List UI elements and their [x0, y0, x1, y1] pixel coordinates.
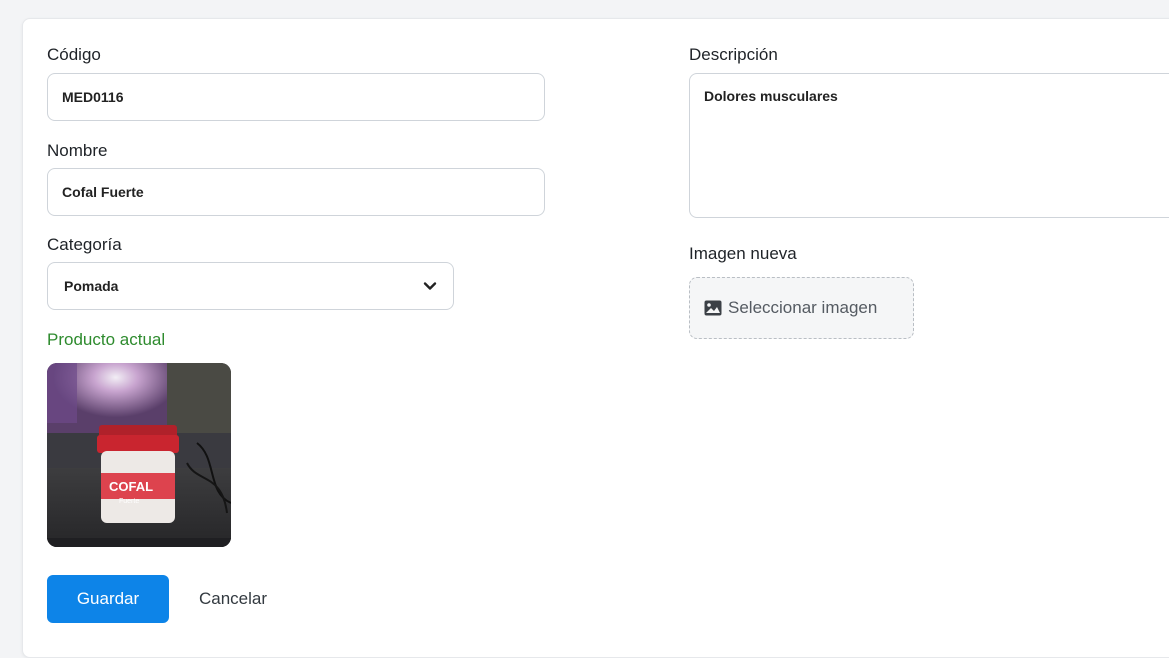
new-image-label: Imagen nueva: [689, 244, 797, 263]
select-image-button[interactable]: Seleccionar imagen: [689, 277, 914, 339]
name-label: Nombre: [47, 141, 108, 160]
edit-product-card: Código MED0116 Nombre Cofal Fuerte Categ…: [22, 18, 1169, 658]
code-label: Código: [47, 45, 101, 64]
current-product-image: COFAL Fuerte: [47, 363, 231, 547]
select-image-label: Seleccionar imagen: [728, 298, 878, 317]
category-select[interactable]: Pomada: [47, 262, 454, 310]
name-input[interactable]: Cofal Fuerte: [47, 168, 545, 216]
category-selected-value: Pomada: [64, 278, 119, 294]
svg-text:COFAL: COFAL: [109, 479, 153, 494]
chevron-down-icon: [423, 282, 437, 290]
svg-text:Fuerte: Fuerte: [119, 498, 139, 505]
save-button[interactable]: Guardar: [47, 575, 169, 623]
current-product-label: Producto actual: [47, 330, 166, 349]
code-input[interactable]: MED0116: [47, 73, 545, 121]
category-label: Categoría: [47, 235, 122, 254]
description-label: Descripción: [689, 45, 778, 64]
description-textarea[interactable]: Dolores musculares: [689, 73, 1169, 218]
image-icon: [704, 300, 722, 316]
cancel-link[interactable]: Cancelar: [199, 575, 267, 623]
